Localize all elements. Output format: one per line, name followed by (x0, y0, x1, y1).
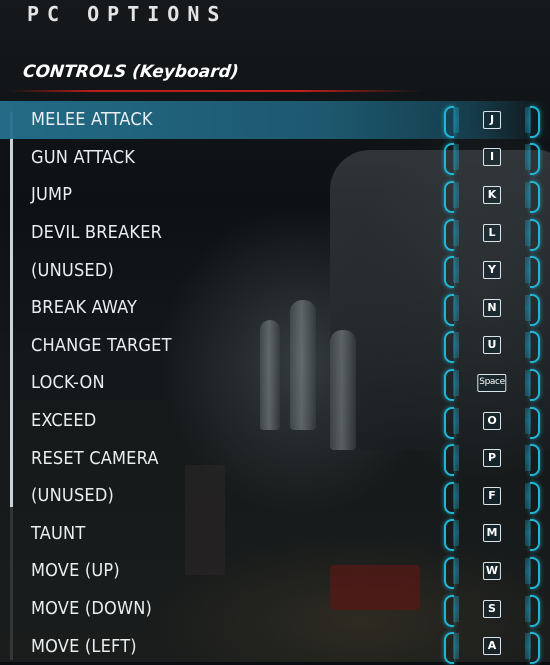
key-binding-button[interactable]: J (444, 105, 540, 138)
bracket-bar-left (453, 445, 459, 472)
control-row[interactable]: DEVIL BREAKER L (0, 214, 550, 252)
section-title: CONTROLS (Keyboard) (21, 62, 240, 82)
bracket-right-icon (530, 556, 540, 589)
control-label: TAUNT (31, 522, 86, 544)
control-label: JUMP (31, 184, 73, 206)
key-binding-button[interactable]: U (444, 331, 540, 364)
keycap: L (483, 223, 501, 242)
bracket-right-icon (530, 481, 540, 514)
bracket-right-icon (530, 632, 540, 665)
control-label: MOVE (LEFT) (31, 635, 137, 657)
control-row[interactable]: CHANGE TARGET U (0, 327, 550, 365)
keycap: J (483, 110, 501, 129)
key-binding-button[interactable]: W (444, 556, 540, 589)
keycap: U (483, 336, 501, 355)
key-binding-button[interactable]: K (444, 180, 540, 213)
bracket-right-icon (530, 406, 540, 439)
key-binding-button[interactable]: L (444, 218, 540, 251)
bracket-bar-left (453, 257, 459, 284)
control-row[interactable]: (UNUSED) Y (0, 251, 550, 289)
control-label: DEVIL BREAKER (31, 222, 163, 244)
control-row[interactable]: MOVE (UP) W (0, 552, 550, 590)
key-binding-button[interactable]: Y (444, 256, 540, 289)
bracket-bar-left (453, 633, 459, 660)
control-label: MOVE (DOWN) (31, 598, 153, 620)
control-row[interactable]: MOVE (LEFT) A (0, 627, 550, 665)
control-row[interactable]: JUMP K (0, 176, 550, 214)
keycap: Space (477, 373, 507, 392)
bracket-right-icon (530, 180, 540, 213)
bracket-bar-left (453, 106, 459, 133)
bracket-bar-left (453, 407, 459, 434)
bracket-bar-left (453, 181, 459, 208)
key-binding-button[interactable]: I (444, 143, 540, 176)
header-divider (8, 90, 423, 92)
bracket-bar-left (453, 520, 459, 547)
keycap: F (483, 486, 501, 505)
control-label: RESET CAMERA (31, 447, 159, 469)
control-row[interactable]: LOCK-ON Space (0, 364, 550, 402)
bracket-right-icon (530, 519, 540, 552)
key-binding-button[interactable]: Space (444, 368, 540, 401)
bracket-right-icon (530, 331, 540, 364)
bracket-bar-left (453, 294, 459, 321)
keycap: O (483, 411, 501, 430)
bracket-right-icon (530, 105, 540, 138)
control-label: LOCK-ON (31, 372, 105, 394)
keycap: N (483, 298, 501, 317)
keycap: Y (483, 261, 501, 280)
bracket-right-icon (530, 218, 540, 251)
control-row[interactable]: RESET CAMERA P (0, 439, 550, 477)
keycap: K (483, 185, 501, 204)
keycap: M (483, 524, 501, 543)
bracket-right-icon (530, 368, 540, 401)
keycap: S (483, 599, 501, 618)
control-label: CHANGE TARGET (31, 334, 172, 356)
bracket-bar-left (453, 219, 459, 246)
bracket-bar-left (453, 557, 459, 584)
keycap: A (483, 637, 501, 656)
control-row[interactable]: (UNUSED) F (0, 477, 550, 515)
key-binding-button[interactable]: N (444, 293, 540, 326)
keycap: W (482, 561, 502, 580)
control-row[interactable]: TAUNT M (0, 515, 550, 553)
bracket-right-icon (530, 594, 540, 627)
control-label: GUN ATTACK (31, 146, 136, 168)
key-binding-button[interactable]: S (444, 594, 540, 627)
bracket-bar-left (453, 482, 459, 509)
controls-list: MELEE ATTACK J GUN ATTACK I JUMP K DEVIL BREAK… (0, 101, 550, 665)
bracket-right-icon (530, 143, 540, 176)
bracket-right-icon (530, 293, 540, 326)
control-label: BREAK AWAY (31, 297, 138, 319)
key-binding-button[interactable]: A (444, 632, 540, 665)
key-binding-button[interactable]: F (444, 481, 540, 514)
control-label: MELEE ATTACK (31, 109, 153, 131)
control-row[interactable]: MELEE ATTACK J (0, 101, 550, 139)
control-label: (UNUSED) (31, 259, 115, 281)
keycap: I (483, 148, 501, 167)
page-title: PC OPTIONS (27, 2, 228, 26)
control-label: MOVE (UP) (31, 560, 120, 582)
bracket-bar-left (453, 369, 459, 396)
control-row[interactable]: BREAK AWAY N (0, 289, 550, 327)
bracket-bar-left (453, 332, 459, 359)
bracket-bar-left (453, 144, 459, 171)
control-row[interactable]: MOVE (DOWN) S (0, 590, 550, 628)
key-binding-button[interactable]: P (444, 444, 540, 477)
control-row[interactable]: GUN ATTACK I (0, 139, 550, 177)
bracket-bar-left (453, 595, 459, 622)
bracket-right-icon (530, 256, 540, 289)
bracket-right-icon (530, 444, 540, 477)
control-label: (UNUSED) (31, 485, 115, 507)
control-label: EXCEED (31, 410, 97, 432)
control-row[interactable]: EXCEED O (0, 402, 550, 440)
key-binding-button[interactable]: M (444, 519, 540, 552)
key-binding-button[interactable]: O (444, 406, 540, 439)
keycap: P (483, 449, 501, 468)
